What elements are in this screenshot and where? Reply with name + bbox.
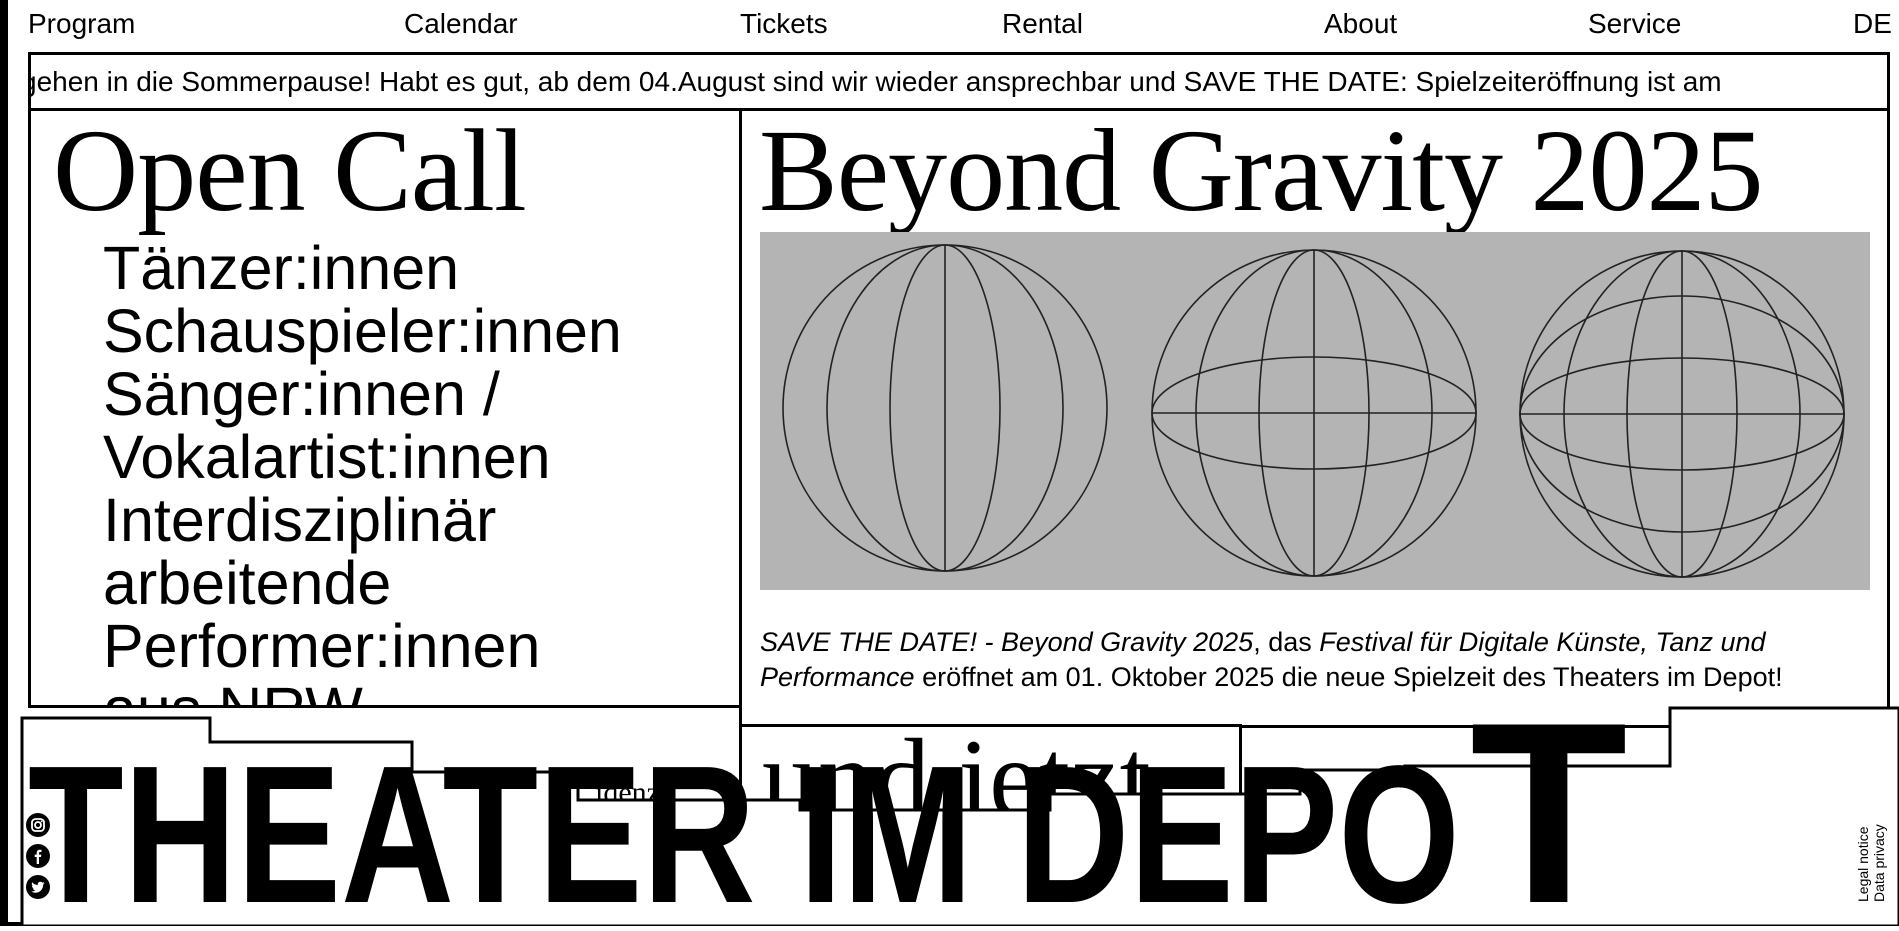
globe-icon xyxy=(1519,250,1845,578)
svg-text:T: T xyxy=(1470,700,1628,926)
ticker-text: gehen in die Sommerpause! Habt es gut, a… xyxy=(28,66,1722,97)
nav-tickets[interactable]: Tickets xyxy=(740,6,828,42)
und-jetzt-panel[interactable]: und jetzt xyxy=(739,724,1242,824)
twitter-icon[interactable] xyxy=(26,875,50,899)
list-item: arbeitende xyxy=(103,549,392,617)
list-item: Performer:innen xyxy=(103,612,541,680)
desc-text: , das xyxy=(1253,627,1320,657)
globes-graphic xyxy=(782,244,1845,578)
und-jetzt-title: und jetzt xyxy=(762,724,1151,824)
open-call-title: Open Call xyxy=(53,108,527,236)
facebook-icon[interactable] xyxy=(26,844,50,868)
list-item: Tänzer:innen xyxy=(103,234,460,302)
nav-service[interactable]: Service xyxy=(1588,6,1681,42)
desc-italic: SAVE THE DATE! - Beyond Gravity 2025 xyxy=(760,627,1254,657)
news-ticker[interactable]: gehen in die Sommerpause! Habt es gut, a… xyxy=(28,52,1890,111)
list-item: Vokalartist:innen xyxy=(103,423,551,491)
festival-description: SAVE THE DATE! - Beyond Gravity 2025, da… xyxy=(760,625,1870,695)
beyond-gravity-panel[interactable]: Beyond Gravity 2025 SAVE THE DATE! - Bey… xyxy=(739,108,1890,728)
nav-program[interactable]: Program xyxy=(28,6,135,42)
open-call-panel[interactable]: Open Call Tänzer:innen Schauspieler:inne… xyxy=(28,108,742,708)
instagram-icon[interactable] xyxy=(26,813,50,837)
main-nav: Program Calendar Tickets Rental About Se… xyxy=(0,0,1899,52)
legal-links: Legal notice Data privacy xyxy=(1855,824,1887,902)
nav-rental[interactable]: Rental xyxy=(1002,6,1083,42)
desc-text: eröffnet am 01. Oktober 2025 die neue Sp… xyxy=(914,662,1783,692)
beyond-gravity-title: Beyond Gravity 2025 xyxy=(759,108,1764,236)
list-item: Interdisziplinär xyxy=(103,486,497,554)
list-item: aus NRW xyxy=(103,678,622,706)
bottom-border xyxy=(0,922,1899,926)
data-privacy-link[interactable]: Data privacy xyxy=(1871,824,1887,902)
left-border xyxy=(0,0,8,926)
nav-calendar[interactable]: Calendar xyxy=(404,6,518,42)
residenz-fragment: idenz xyxy=(595,776,660,809)
nav-about[interactable]: About xyxy=(1324,6,1397,42)
globe-icon xyxy=(782,244,1108,572)
open-call-list: Tänzer:innen Schauspieler:innen Sänger:i… xyxy=(103,234,622,706)
festival-image xyxy=(760,232,1870,590)
list-item: Sänger:innen / xyxy=(103,360,500,428)
legal-notice-link[interactable]: Legal notice xyxy=(1855,824,1871,902)
globe-icon xyxy=(1151,249,1477,577)
language-switch[interactable]: DE xyxy=(1853,6,1892,42)
list-item: Schauspieler:innen xyxy=(103,297,622,365)
